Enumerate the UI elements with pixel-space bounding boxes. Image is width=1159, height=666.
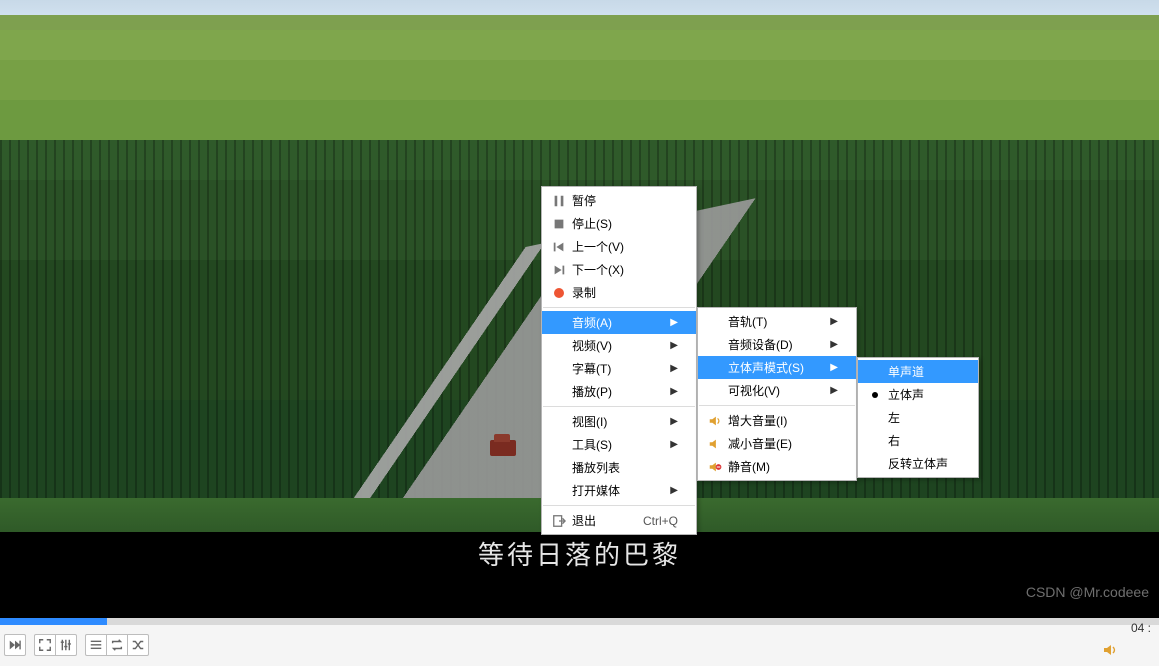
- menu-mute[interactable]: 静音(M): [698, 455, 856, 478]
- separator: [543, 307, 695, 308]
- menu-volume-down[interactable]: 减小音量(E): [698, 432, 856, 455]
- time-display: 04 :: [1131, 621, 1151, 635]
- menu-stop[interactable]: 停止(S): [542, 212, 696, 235]
- media-player: 等待日落的巴黎 CSDN @Mr.codeee 暂停 停止(S) 上一个(V) …: [0, 0, 1159, 666]
- context-menu: 暂停 停止(S) 上一个(V) 下一个(X) 录制 音频(A): [541, 186, 697, 535]
- menu-record[interactable]: 录制: [542, 281, 696, 304]
- record-icon: [548, 288, 570, 298]
- separator: [543, 505, 695, 506]
- loop-button[interactable]: [106, 634, 128, 656]
- pause-icon: [548, 194, 570, 208]
- menu-tools[interactable]: 工具(S) ▶: [542, 433, 696, 456]
- menu-previous[interactable]: 上一个(V): [542, 235, 696, 258]
- quit-icon: [548, 514, 570, 528]
- audio-submenu: 音轨(T) ▶ 音频设备(D) ▶ 立体声模式(S) ▶ 可视化(V) ▶: [697, 307, 857, 481]
- control-bar: 04 :: [0, 618, 1159, 666]
- separator: [699, 405, 855, 406]
- submenu-arrow-icon: ▶: [670, 416, 678, 427]
- extended-settings-button[interactable]: [55, 634, 77, 656]
- menu-visualization[interactable]: 可视化(V) ▶: [698, 379, 856, 402]
- previous-icon: [548, 240, 570, 254]
- menu-right-channel[interactable]: 右: [858, 429, 978, 452]
- control-buttons: [4, 634, 149, 656]
- submenu-arrow-icon: ▶: [670, 363, 678, 374]
- menu-view[interactable]: 视图(I) ▶: [542, 410, 696, 433]
- separator: [543, 406, 695, 407]
- volume-icon[interactable]: [1101, 642, 1119, 663]
- progress-bar[interactable]: [0, 618, 1159, 625]
- selected-icon: [864, 392, 886, 398]
- fullscreen-button[interactable]: [34, 634, 56, 656]
- menu-playlist[interactable]: 播放列表: [542, 456, 696, 479]
- menu-stereo-mode[interactable]: 立体声模式(S) ▶: [698, 356, 856, 379]
- submenu-arrow-icon: ▶: [670, 340, 678, 351]
- progress-fill: [0, 618, 107, 625]
- menu-video[interactable]: 视频(V) ▶: [542, 334, 696, 357]
- submenu-arrow-icon: ▶: [830, 385, 838, 396]
- menu-pause[interactable]: 暂停: [542, 189, 696, 212]
- menu-audio[interactable]: 音频(A) ▶: [542, 311, 696, 334]
- menu-quit[interactable]: 退出 Ctrl+Q: [542, 509, 696, 532]
- video-area[interactable]: 等待日落的巴黎 CSDN @Mr.codeee 暂停 停止(S) 上一个(V) …: [0, 0, 1159, 618]
- menu-open-media[interactable]: 打开媒体 ▶: [542, 479, 696, 502]
- menu-next[interactable]: 下一个(X): [542, 258, 696, 281]
- watermark: CSDN @Mr.codeee: [1026, 584, 1149, 600]
- submenu-arrow-icon: ▶: [830, 339, 838, 350]
- menu-mono[interactable]: 单声道: [858, 360, 978, 383]
- subtitle-text: 等待日落的巴黎: [0, 535, 1159, 572]
- menu-audio-track[interactable]: 音轨(T) ▶: [698, 310, 856, 333]
- menu-volume-up[interactable]: 增大音量(I): [698, 409, 856, 432]
- volume-down-icon: [704, 437, 726, 451]
- menu-stereo[interactable]: 立体声: [858, 383, 978, 406]
- menu-playback[interactable]: 播放(P) ▶: [542, 380, 696, 403]
- submenu-arrow-icon: ▶: [670, 485, 678, 496]
- playlist-button[interactable]: [85, 634, 107, 656]
- skip-forward-button[interactable]: [4, 634, 26, 656]
- stereo-mode-submenu: 单声道 立体声 左 右 反转立体声: [857, 357, 979, 478]
- volume-up-icon: [704, 414, 726, 428]
- submenu-arrow-icon: ▶: [830, 316, 838, 327]
- menu-reverse-stereo[interactable]: 反转立体声: [858, 452, 978, 475]
- submenu-arrow-icon: ▶: [670, 386, 678, 397]
- submenu-arrow-icon: ▶: [670, 439, 678, 450]
- stop-icon: [548, 217, 570, 231]
- menu-subtitle[interactable]: 字幕(T) ▶: [542, 357, 696, 380]
- menu-left-channel[interactable]: 左: [858, 406, 978, 429]
- submenu-arrow-icon: ▶: [670, 317, 678, 328]
- shuffle-button[interactable]: [127, 634, 149, 656]
- submenu-arrow-icon: ▶: [830, 362, 838, 373]
- mute-icon: [704, 460, 726, 474]
- menu-audio-device[interactable]: 音频设备(D) ▶: [698, 333, 856, 356]
- next-icon: [548, 263, 570, 277]
